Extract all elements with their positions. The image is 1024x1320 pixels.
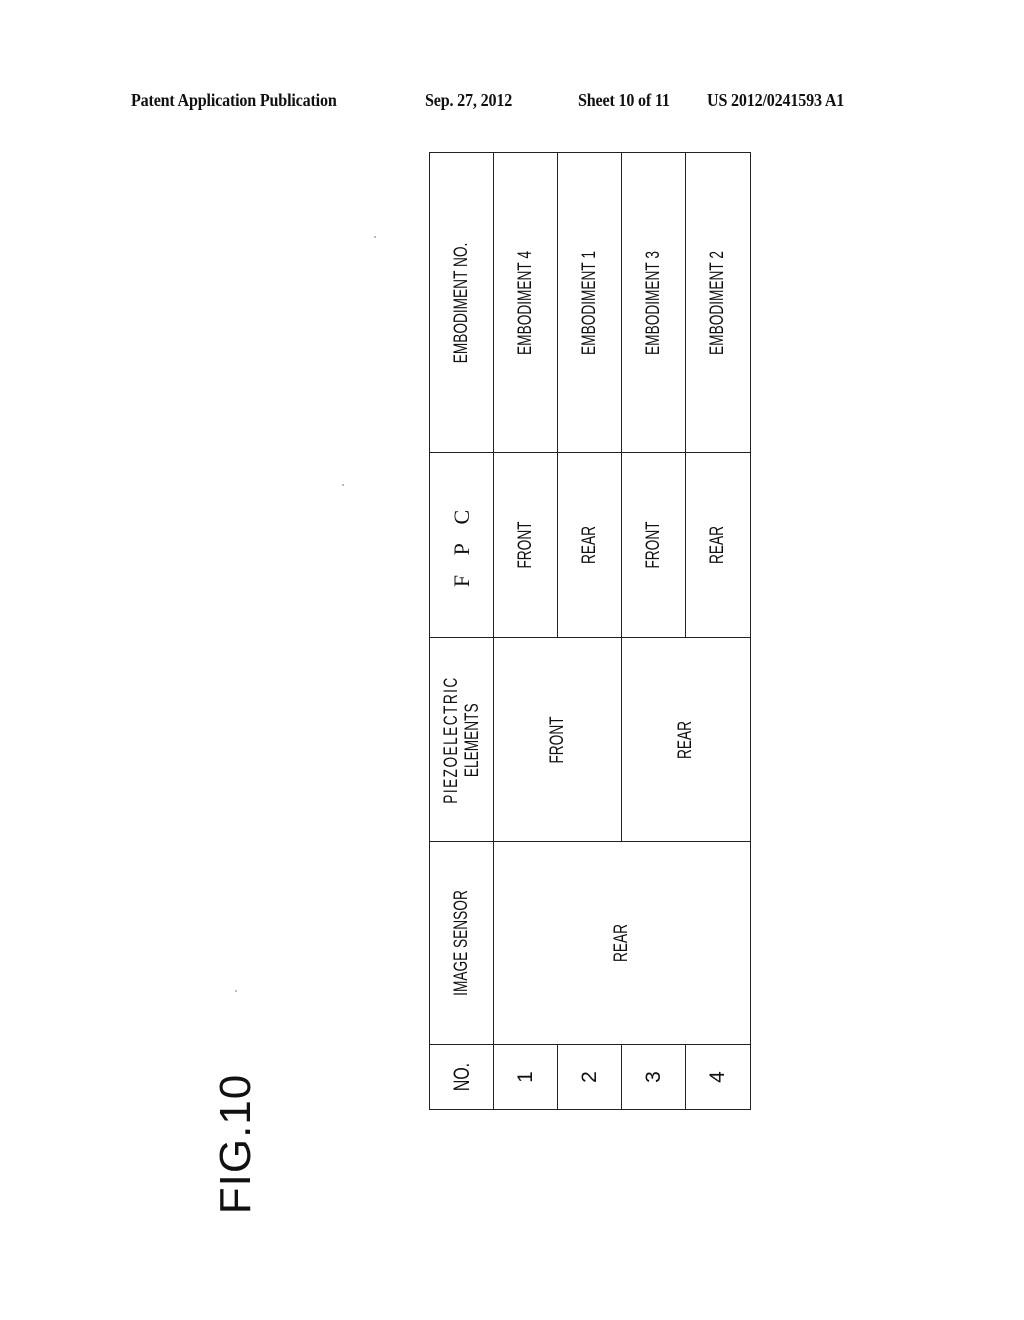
- cell-no-text: 1: [513, 1071, 537, 1083]
- cell-no: 1: [493, 1044, 558, 1110]
- header-piezoelectric-elements: PIEZOELECTRIC ELEMENTS: [429, 637, 494, 842]
- table-row: EMBODIMENT 1: [557, 152, 622, 453]
- cell-fpc: REAR: [557, 452, 622, 638]
- cell-fpc-text: FRONT: [514, 521, 536, 569]
- cell-no-text: 4: [706, 1071, 729, 1083]
- cell-embodiment: EMBODIMENT 1: [578, 250, 600, 355]
- cell-no-text: 3: [641, 1071, 665, 1083]
- cell-embodiment: EMBODIMENT 2: [707, 250, 728, 355]
- scan-speck: [374, 236, 376, 238]
- cell-no: 4: [685, 1044, 751, 1110]
- publication-type: Patent Application Publication: [131, 90, 337, 110]
- sheet-number: Sheet 10 of 11: [578, 90, 670, 110]
- header-piezo-line2: ELEMENTS: [461, 702, 483, 777]
- cell-fpc-text: FRONT: [642, 521, 664, 569]
- header-fpc-text: F P C: [448, 502, 474, 588]
- header-fpc: F P C: [429, 452, 494, 638]
- cell-fpc-text: REAR: [578, 525, 600, 565]
- table-row: EMBODIMENT 2: [685, 152, 751, 453]
- header-no: NO.: [429, 1044, 494, 1110]
- cell-fpc: REAR: [685, 452, 751, 638]
- cell-embodiment: EMBODIMENT 3: [642, 250, 664, 355]
- table-row: EMBODIMENT 4: [493, 152, 558, 453]
- cell-fpc: FRONT: [493, 452, 558, 638]
- cell-fpc: FRONT: [621, 452, 686, 638]
- header-embodiment-no: EMBODIMENT NO.: [429, 152, 494, 453]
- cell-piezo-rows-3-4: REAR: [621, 637, 751, 842]
- cell-no: 2: [557, 1044, 622, 1110]
- header-piezo-line1: PIEZOELECTRIC: [440, 675, 462, 804]
- cell-no: 3: [621, 1044, 686, 1110]
- cell-image-sensor-all: REAR: [493, 841, 751, 1045]
- cell-piezo-text: FRONT: [546, 715, 568, 764]
- publication-date: Sep. 27, 2012: [425, 90, 513, 110]
- cell-fpc-text: REAR: [707, 525, 728, 565]
- cell-image-sensor-text: REAR: [611, 923, 632, 963]
- cell-piezo-text: REAR: [675, 720, 696, 759]
- scan-speck: [235, 990, 237, 992]
- cell-piezo-rows-1-2: FRONT: [493, 637, 622, 842]
- cell-embodiment: EMBODIMENT 4: [514, 250, 536, 355]
- figure-label-text: FIG.10: [211, 1073, 260, 1215]
- header-image-sensor: IMAGE SENSOR: [429, 841, 494, 1045]
- header-image-sensor-text: IMAGE SENSOR: [450, 890, 472, 996]
- patent-number: US 2012/0241593 A1: [707, 90, 845, 110]
- scan-speck: [342, 484, 344, 486]
- header-embodiment-no-text: EMBODIMENT NO.: [450, 242, 472, 363]
- cell-no-text: 2: [577, 1071, 601, 1083]
- table-row: EMBODIMENT 3: [621, 152, 686, 453]
- header-no-text: NO.: [448, 1062, 474, 1092]
